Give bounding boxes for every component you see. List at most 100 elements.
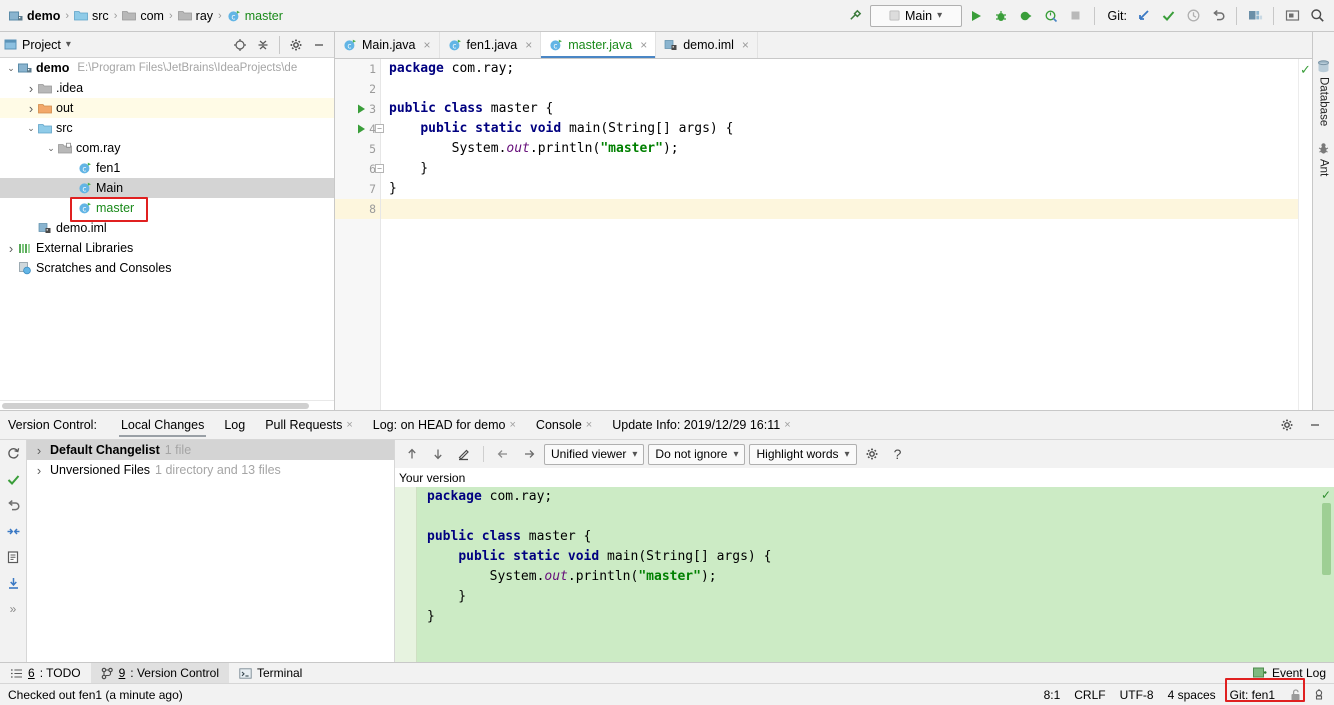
changelist-row-default-changelist[interactable]: › Default Changelist 1 file	[27, 440, 394, 460]
gutter-line-2[interactable]: 2	[335, 79, 380, 99]
project-structure-icon[interactable]	[1244, 5, 1266, 27]
close-icon[interactable]: ×	[346, 419, 352, 431]
search-everywhere-icon[interactable]	[1306, 5, 1328, 27]
build-hammer-icon[interactable]	[845, 5, 867, 27]
chevron-down-icon[interactable]: ⌄	[44, 143, 58, 154]
code-line-8[interactable]	[381, 199, 1298, 219]
chevron-down-icon[interactable]: ▾	[845, 449, 850, 460]
tool-window-button-versioncontrol[interactable]: 9: Version Control	[90, 663, 229, 683]
diff-code-text[interactable]: package com.ray; public class master { pu…	[417, 487, 1320, 662]
scrollbar-thumb[interactable]	[1322, 503, 1331, 575]
git-update-icon[interactable]	[1132, 5, 1154, 27]
chevron-right-icon[interactable]: ›	[24, 102, 38, 115]
breadcrumb-item-ray[interactable]: ray	[175, 9, 216, 23]
tree-node-demo[interactable]: ⌄ demo E:\Program Files\JetBrains\IdeaProj…	[0, 58, 334, 78]
chevron-down-icon[interactable]: ▾	[66, 39, 71, 50]
show-diff-icon[interactable]	[6, 550, 21, 565]
annotate-icon[interactable]	[453, 443, 475, 465]
tree-node-master[interactable]: c master	[0, 198, 334, 218]
diff-line-5[interactable]: System.out.println("master");	[427, 567, 1320, 587]
hide-icon[interactable]	[1304, 414, 1326, 436]
run-gutter-icon[interactable]	[357, 104, 366, 114]
chevron-right-icon[interactable]: ›	[33, 443, 45, 458]
run-coverage-icon[interactable]	[1015, 5, 1037, 27]
close-icon[interactable]: ×	[784, 419, 790, 431]
tree-node-fen1[interactable]: c fen1	[0, 158, 334, 178]
diff-line-7[interactable]: }	[427, 607, 1320, 627]
tree-node-com-ray[interactable]: ⌄ com.ray	[0, 138, 334, 158]
back-icon[interactable]	[492, 443, 514, 465]
code-line-3[interactable]: public class master {	[389, 99, 1298, 119]
settings-gear-icon[interactable]	[285, 34, 307, 56]
breadcrumb-item-src[interactable]: src	[71, 9, 112, 23]
tree-node-main[interactable]: c Main	[0, 178, 334, 198]
diff-line-4[interactable]: public static void main(String[] args) {	[427, 547, 1320, 567]
close-icon[interactable]: ×	[424, 38, 431, 52]
diff-content[interactable]: package com.ray; public class master { pu…	[395, 487, 1334, 662]
settings-gear-icon[interactable]	[861, 443, 883, 465]
forward-icon[interactable]	[518, 443, 540, 465]
close-icon[interactable]: ×	[586, 419, 592, 431]
stop-icon[interactable]	[1065, 5, 1087, 27]
project-tree-hscrollbar[interactable]	[0, 400, 334, 410]
breadcrumb-item-master[interactable]: c master	[224, 9, 286, 23]
chevron-right-icon[interactable]: ›	[4, 242, 18, 255]
editor-tab-demo-iml[interactable]: demo.iml ×	[656, 32, 758, 58]
code-line-2[interactable]	[389, 79, 1298, 99]
close-icon[interactable]: ×	[640, 38, 647, 52]
editor-gutter[interactable]: 1 2 3 4− 5 6− 7 8	[335, 59, 384, 410]
run-icon[interactable]	[965, 5, 987, 27]
next-difference-icon[interactable]	[427, 443, 449, 465]
diff-line-1[interactable]: package com.ray;	[427, 487, 1320, 507]
code-line-6[interactable]: }	[389, 159, 1298, 179]
tool-stripe-ant[interactable]: Ant	[1317, 142, 1330, 177]
changelist-tree[interactable]: › Default Changelist 1 file › Unversioned Fi…	[27, 440, 395, 662]
tree-node-external-libraries[interactable]: › External Libraries	[0, 238, 334, 258]
vcs-tab-update-info-2019-12-29-16-11[interactable]: Update Info: 2019/12/29 16:11 ×	[602, 411, 800, 439]
tool-stripe-database[interactable]: Database	[1317, 60, 1330, 126]
code-line-1[interactable]: package com.ray;	[389, 59, 1298, 79]
chevron-down-icon[interactable]: ▾	[632, 449, 637, 460]
gutter-line-6[interactable]: 6−	[335, 159, 384, 179]
event-log-area[interactable]: Event Log	[1252, 663, 1334, 683]
tree-node-demo-iml[interactable]: demo.iml	[0, 218, 334, 238]
tree-node--idea[interactable]: › .idea	[0, 78, 334, 98]
profile-icon[interactable]	[1040, 5, 1062, 27]
locate-icon[interactable]	[229, 34, 251, 56]
diff-line-2[interactable]	[427, 507, 1320, 527]
close-icon[interactable]: ×	[509, 419, 515, 431]
chevron-right-icon[interactable]: ›	[33, 463, 45, 478]
gutter-line-4[interactable]: 4−	[335, 119, 384, 139]
line-separator[interactable]: CRLF	[1074, 688, 1105, 702]
chevron-right-icon[interactable]: ›	[24, 82, 38, 95]
unlock-icon[interactable]	[1289, 688, 1302, 702]
tree-node-out[interactable]: › out	[0, 98, 334, 118]
tree-node-src[interactable]: ⌄ src	[0, 118, 334, 138]
breadcrumb-item-com[interactable]: com	[119, 9, 167, 23]
git-rollback-icon[interactable]	[1207, 5, 1229, 27]
editor-marker-bar[interactable]: ✓	[1298, 59, 1312, 410]
gutter-line-7[interactable]: 7	[335, 179, 380, 199]
help-icon[interactable]: ?	[887, 443, 909, 465]
commit-icon[interactable]	[6, 472, 21, 487]
tool-window-button-todo[interactable]: 6: TODO	[0, 663, 91, 683]
gutter-line-1[interactable]: 1	[335, 59, 380, 79]
project-panel-title[interactable]: Project ▾	[4, 38, 71, 52]
event-log-label[interactable]: Event Log	[1272, 666, 1326, 680]
ignore-select[interactable]: Do not ignore ▾	[648, 443, 746, 465]
hide-icon[interactable]	[308, 34, 330, 56]
chevron-down-icon[interactable]: ⌄	[4, 63, 18, 74]
present-mode-icon[interactable]	[1281, 5, 1303, 27]
gutter-line-5[interactable]: 5	[335, 139, 380, 159]
diff-scrollbar[interactable]: ✓	[1320, 487, 1334, 662]
settings-gear-icon[interactable]	[1276, 414, 1298, 436]
collapse-all-icon[interactable]	[252, 34, 274, 56]
chevron-down-icon[interactable]: ▾	[733, 449, 738, 460]
editor-tab-fen1-java[interactable]: c fen1.java ×	[440, 32, 542, 58]
caret-position[interactable]: 8:1	[1044, 688, 1061, 702]
tool-window-button-terminal[interactable]: Terminal	[229, 663, 312, 683]
project-tree[interactable]: ⌄ demo E:\Program Files\JetBrains\IdeaProj…	[0, 58, 334, 400]
code-line-5[interactable]: System.out.println("master");	[389, 139, 1298, 159]
vcs-tab-log-on-head-for-demo[interactable]: Log: on HEAD for demo ×	[363, 411, 526, 439]
editor-code[interactable]: package com.ray; public class master { pu…	[381, 59, 1298, 410]
